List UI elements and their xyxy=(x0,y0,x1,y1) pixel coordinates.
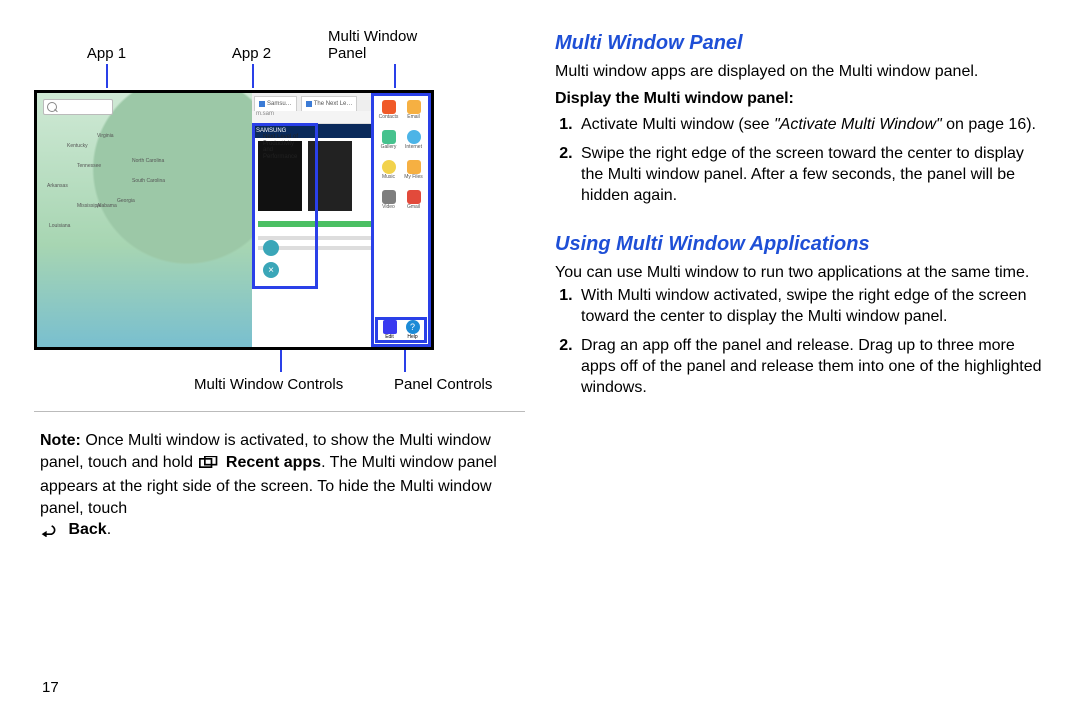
panel-app-label: Email xyxy=(407,114,420,120)
map-state-label: Alabama xyxy=(97,203,117,209)
diagram-bottom-labels: Multi Window Controls Panel Controls xyxy=(34,376,525,393)
multi-window-panel[interactable]: Contacts Email Gallery Internet Music My… xyxy=(371,93,431,347)
panel-app-label: Contacts xyxy=(379,114,399,120)
left-column: App 1 App 2 Multi Window Panel Virginia … xyxy=(34,24,545,696)
callout-lines-top xyxy=(34,66,525,86)
label-mw-controls: Multi Window Controls xyxy=(194,376,424,393)
panel-controls[interactable]: Edit ? Help xyxy=(375,317,427,343)
diagram-top-labels: App 1 App 2 Multi Window Panel xyxy=(34,28,525,62)
device-screenshot: Virginia Kentucky Tennessee Arkansas Lou… xyxy=(34,90,434,350)
note-text: . xyxy=(107,521,111,538)
tab-label: The Next Le… xyxy=(314,101,353,107)
map-state-label: South Carolina xyxy=(132,178,165,184)
map-search[interactable] xyxy=(43,99,113,115)
step-item: Drag an app off the panel and release. D… xyxy=(577,335,1046,398)
multi-window-controls-overlay: Next Level of Productivity and Performan… xyxy=(252,123,318,289)
close-icon[interactable]: × xyxy=(263,262,279,278)
subheading-display: Display the Multi window panel: xyxy=(555,90,1046,108)
app1-maps: Virginia Kentucky Tennessee Arkansas Lou… xyxy=(37,93,253,347)
overlay-text: Productivity and xyxy=(263,141,303,154)
map-state-label: Louisiana xyxy=(49,223,70,229)
map-state-label: Kentucky xyxy=(67,143,88,149)
map-state-label: Arkansas xyxy=(47,183,68,189)
step-text: Activate Multi window (see xyxy=(581,116,774,133)
heading-using-apps: Using Multi Window Applications xyxy=(555,233,1046,256)
step-item: Activate Multi window (see "Activate Mul… xyxy=(577,114,1046,135)
recent-apps-icon xyxy=(199,455,219,477)
map-state-label: North Carolina xyxy=(132,158,164,164)
cross-ref: "Activate Multi Window" xyxy=(774,116,942,133)
map-state-label: Georgia xyxy=(117,198,135,204)
label-mw-panel: Multi Window Panel xyxy=(328,28,448,62)
using-steps: With Multi window activated, swipe the r… xyxy=(577,285,1046,407)
overlay-text: Performance xyxy=(263,154,303,161)
right-column: Multi Window Panel Multi window apps are… xyxy=(545,24,1046,696)
map-state-label: Virginia xyxy=(97,133,114,139)
callout-lines-bottom xyxy=(34,350,525,370)
back-icon xyxy=(40,522,60,544)
step-item: Swipe the right edge of the screen towar… xyxy=(577,143,1046,206)
step-text: on page 16). xyxy=(942,116,1036,133)
panel-app-label: Gmail xyxy=(407,204,420,210)
page-number: 17 xyxy=(34,679,525,696)
tab-label: Samsu… xyxy=(267,101,292,107)
display-steps: Activate Multi window (see "Activate Mul… xyxy=(577,114,1046,214)
note-label: Note: xyxy=(40,432,81,449)
label-panel-controls: Panel Controls xyxy=(394,376,514,393)
note-block: Note: Once Multi window is activated, to… xyxy=(40,430,515,544)
map-state-label: Tennessee xyxy=(77,163,101,169)
panel-app-label: Gallery xyxy=(381,144,397,150)
search-icon xyxy=(47,102,57,112)
heading-mw-panel: Multi Window Panel xyxy=(555,32,1046,55)
panel-control-label: Edit xyxy=(385,334,394,340)
using-body-text: You can use Multi window to run two appl… xyxy=(555,262,1046,283)
recent-apps-label: Recent apps xyxy=(226,454,321,471)
panel-app-label: Video xyxy=(382,204,395,210)
panel-app-label: Internet xyxy=(405,144,422,150)
panel-control-label: Help xyxy=(407,334,417,340)
divider xyxy=(34,411,525,412)
overlay-text: Next Level of xyxy=(263,134,303,141)
panel-body-text: Multi window apps are displayed on the M… xyxy=(555,61,1046,82)
panel-app-label: Music xyxy=(382,174,395,180)
drag-handle-icon[interactable] xyxy=(263,240,279,256)
label-app2: App 2 xyxy=(179,45,324,62)
label-app1: App 1 xyxy=(34,45,179,62)
help-icon[interactable]: ? xyxy=(406,320,420,334)
panel-app-label: My Files xyxy=(404,174,423,180)
back-label: Back xyxy=(68,521,106,538)
step-item: With Multi window activated, swipe the r… xyxy=(577,285,1046,327)
pencil-icon[interactable] xyxy=(383,320,397,334)
manual-page: App 1 App 2 Multi Window Panel Virginia … xyxy=(0,0,1080,720)
